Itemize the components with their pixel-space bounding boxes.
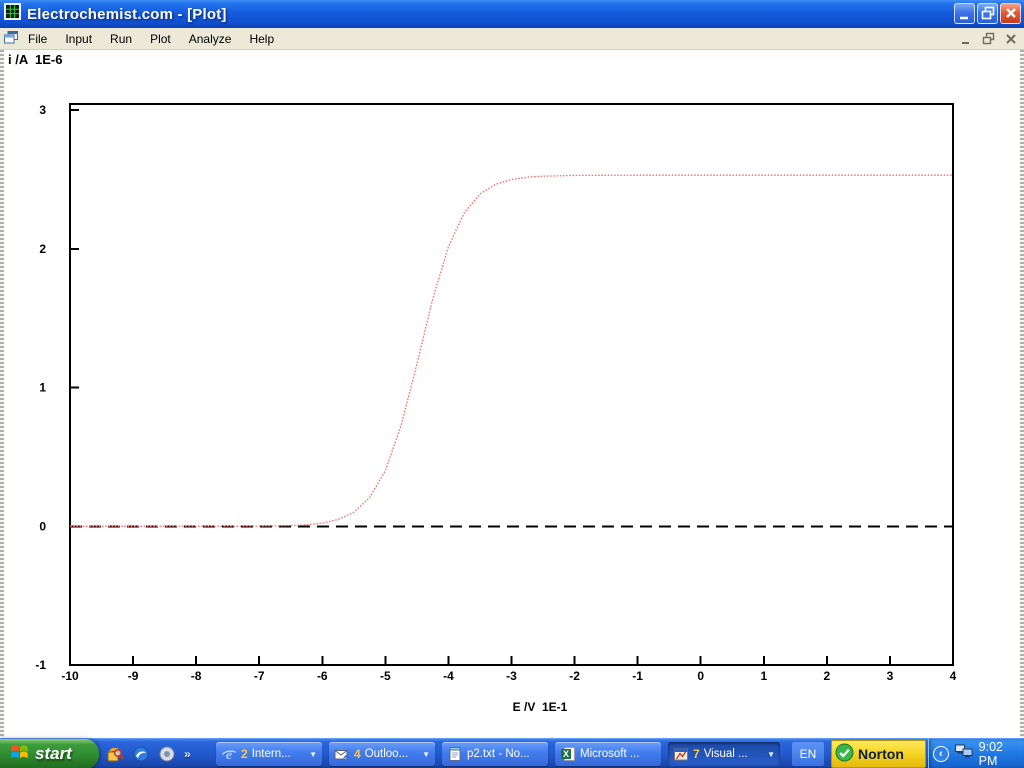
y-tick-label: 1 (39, 381, 46, 395)
child-restore-icon (982, 32, 996, 46)
quick-launch-bar: » (106, 739, 191, 768)
menu-item-analyze[interactable]: Analyze (180, 30, 241, 48)
y-tick-label: 2 (39, 242, 46, 256)
menu-item-run[interactable]: Run (101, 30, 141, 48)
x-tick-label: -3 (506, 669, 517, 683)
task-button-outloo[interactable]: 4 Outloo... ▼ (329, 742, 435, 766)
restore-button[interactable] (977, 3, 998, 24)
restore-icon (978, 3, 997, 24)
x-tick-label: -7 (254, 669, 265, 683)
x-tick-label: 3 (887, 669, 894, 683)
task-buttons: e2 Intern... ▼ 4 Outloo... ▼ p2.txt - No... X Mi… (216, 742, 780, 766)
task-button-intern[interactable]: e2 Intern... ▼ (216, 742, 322, 766)
child-minimize-icon (960, 32, 974, 46)
task-button-label: Microsoft ... (580, 748, 656, 760)
plot-grid-icon (4, 3, 21, 25)
x-axis-title: E /V 1E-1 (513, 700, 568, 714)
window-controls (954, 3, 1021, 24)
internet-explorer-icon: e (221, 746, 237, 762)
svg-text:e: e (226, 748, 232, 762)
norton-button[interactable]: Norton (831, 740, 926, 768)
quick-launch-media-player-icon[interactable] (158, 745, 176, 763)
x-tick-label: -4 (443, 669, 454, 683)
system-tray: ‹ 9:02 PM (928, 739, 1024, 768)
child-window-controls (959, 31, 1018, 46)
task-button-p2-txt-no[interactable]: p2.txt - No... (442, 742, 548, 766)
network-icon[interactable] (955, 744, 973, 764)
x-tick-label: 2 (824, 669, 831, 683)
voltammogram-plot: 3210-1-10-9-8-7-6-5-4-3-2-101234E /V 1E-… (0, 50, 1024, 738)
x-tick-label: 0 (697, 669, 704, 683)
menu-item-help[interactable]: Help (240, 30, 283, 48)
x-tick-label: -6 (317, 669, 328, 683)
task-button-count: 7 (693, 747, 700, 761)
norton-check-icon (835, 743, 854, 765)
outlook-icon (334, 746, 350, 762)
start-button[interactable]: start (0, 739, 99, 768)
task-button-microsoft[interactable]: X Microsoft ... (555, 742, 661, 766)
y-tick-label: -1 (35, 658, 46, 672)
x-tick-label: -2 (569, 669, 580, 683)
task-button-dropdown-icon[interactable]: ▼ (767, 750, 775, 759)
task-button-label: Intern... (252, 748, 305, 760)
x-tick-label: -10 (61, 669, 79, 683)
visual-basic-icon (673, 746, 689, 762)
x-tick-label: -8 (191, 669, 202, 683)
windows-flag-icon (8, 740, 31, 768)
notepad-icon (447, 746, 463, 762)
quick-launch-overflow-chevron[interactable]: » (184, 747, 191, 761)
minimize-icon (955, 3, 974, 24)
task-button-dropdown-icon[interactable]: ▼ (309, 750, 317, 759)
screen: Electrochemist.com - [Plot] FileInputRun… (0, 0, 1024, 768)
y-tick-label: 0 (39, 519, 46, 533)
menu-item-input[interactable]: Input (56, 30, 101, 48)
task-button-label: Visual ... (704, 748, 763, 760)
x-tick-label: 4 (950, 669, 957, 683)
task-button-count: 2 (241, 747, 248, 761)
start-button-label: start (35, 744, 72, 764)
quick-launch-globe-icon[interactable] (132, 745, 150, 763)
x-tick-label: -1 (632, 669, 643, 683)
task-button-visual[interactable]: 7 Visual ... ▼ (668, 742, 780, 766)
menu-item-plot[interactable]: Plot (141, 30, 180, 48)
taskbar: start » e2 Intern... ▼ 4 Outloo... ▼ p2.txt - … (0, 738, 1024, 768)
y-tick-label: 3 (39, 103, 46, 117)
child-close-button[interactable] (1003, 31, 1018, 46)
task-button-dropdown-icon[interactable]: ▼ (422, 750, 430, 759)
svg-text:X: X (563, 749, 569, 759)
excel-icon: X (560, 746, 576, 762)
quick-launch-capture-icon[interactable] (106, 745, 124, 763)
task-button-label: p2.txt - No... (467, 748, 543, 760)
x-tick-label: -5 (380, 669, 391, 683)
title-bar: Electrochemist.com - [Plot] (0, 0, 1024, 28)
task-button-count: 4 (354, 747, 361, 761)
menu-items: FileInputRunPlotAnalyzeHelp (19, 32, 283, 46)
x-tick-label: 1 (760, 669, 767, 683)
close-icon (1001, 3, 1020, 24)
child-close-icon (1004, 32, 1018, 46)
task-button-label: Outloo... (365, 748, 418, 760)
plot-client-area: i /A 1E-6 3210-1-10-9-8-7-6-5-4-3-2-1012… (0, 50, 1024, 738)
close-button[interactable] (1000, 3, 1021, 24)
child-minimize-button[interactable] (959, 31, 974, 46)
series-steady-state-voltammogram (70, 175, 953, 526)
plot-frame (70, 104, 953, 665)
tray-collapse-chevron-icon[interactable]: ‹ (933, 746, 949, 762)
language-indicator[interactable]: EN (792, 742, 824, 766)
norton-label: Norton (858, 746, 904, 762)
child-window-icon (3, 30, 19, 48)
window-title: Electrochemist.com - [Plot] (27, 6, 227, 23)
child-restore-button[interactable] (981, 31, 996, 46)
menu-item-file[interactable]: File (19, 30, 56, 48)
menu-bar: FileInputRunPlotAnalyzeHelp (0, 28, 1024, 50)
x-tick-label: -9 (128, 669, 139, 683)
minimize-button[interactable] (954, 3, 975, 24)
taskbar-clock: 9:02 PM (979, 740, 1024, 768)
